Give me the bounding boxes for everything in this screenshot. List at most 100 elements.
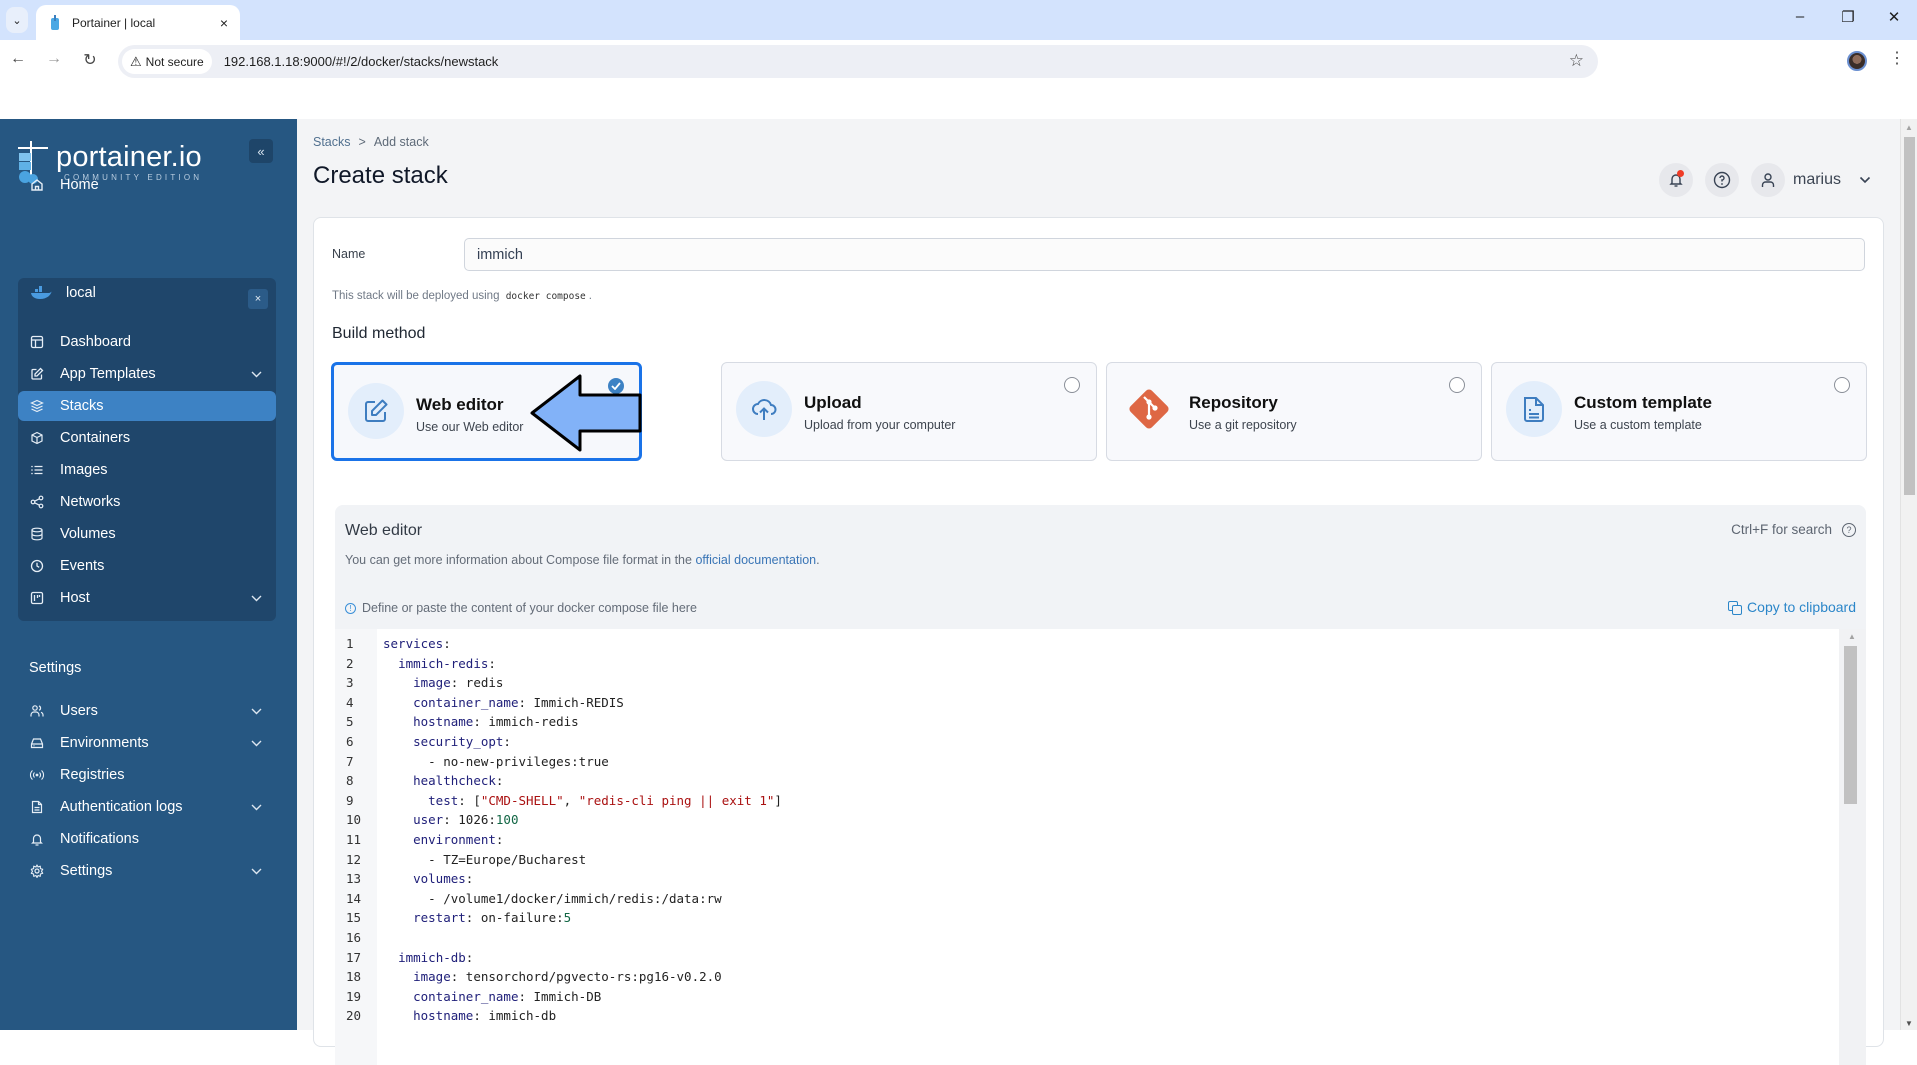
sidebar-item-app-templates[interactable]: App Templates <box>18 359 276 389</box>
forward-button[interactable]: → <box>44 50 64 68</box>
browser-tab[interactable]: Portainer | local × <box>36 5 240 40</box>
code-line[interactable]: 11 environment: <box>335 830 782 850</box>
build-method-repository[interactable]: Repository Use a git repository <box>1106 362 1482 461</box>
help-button[interactable] <box>1705 163 1739 197</box>
code-text: - TZ=Europe/Bucharest <box>383 851 587 867</box>
code-line[interactable]: 16 <box>335 928 782 948</box>
code-line[interactable]: 9 test: ["CMD-SHELL", "redis-cli ping ||… <box>335 791 782 811</box>
url-text[interactable]: 192.168.1.18:9000/#!/2/docker/stacks/new… <box>224 54 499 69</box>
line-number: 5 <box>346 714 354 730</box>
build-method-radio[interactable] <box>1064 377 1080 393</box>
sidebar-item-volumes[interactable]: Volumes <box>18 519 276 549</box>
code-line[interactable]: 10 user: 1026:100 <box>335 810 782 830</box>
chevron-down-icon[interactable] <box>251 366 262 382</box>
code-line[interactable]: 2 immich-redis: <box>335 654 782 674</box>
chevron-down-icon[interactable] <box>251 863 262 879</box>
notification-badge <box>1677 170 1684 177</box>
code-line[interactable]: 5 hostname: immich-redis <box>335 712 782 732</box>
restore-button[interactable]: ❐ <box>1826 8 1870 26</box>
sidebar-item-home[interactable]: Home <box>18 170 276 200</box>
code-line[interactable]: 7 - no-new-privileges:true <box>335 752 782 772</box>
help-circle-icon[interactable]: ? <box>1842 522 1856 537</box>
code-line[interactable]: 18 image: tensorchord/pgvecto-rs:pg16-v0… <box>335 967 782 987</box>
copy-to-clipboard-button[interactable]: Copy to clipboard <box>1728 599 1856 615</box>
sidebar-item-notifications[interactable]: Notifications <box>18 824 276 854</box>
chevron-down-icon[interactable] <box>251 590 262 606</box>
build-method-web-editor[interactable]: Web editor Use our Web editor <box>331 362 642 461</box>
profile-avatar[interactable] <box>1847 51 1867 71</box>
environment-close-button[interactable]: × <box>248 289 268 309</box>
scroll-down-arrow-icon[interactable]: ▼ <box>1905 1019 1913 1028</box>
breadcrumb-stacks-link[interactable]: Stacks <box>313 135 351 149</box>
user-menu-chevron-icon[interactable] <box>1859 176 1871 184</box>
code-line[interactable]: 19 container_name: Immich-DB <box>335 987 782 1007</box>
build-method-radio[interactable] <box>1834 377 1850 393</box>
build-method-title: Repository <box>1189 393 1278 412</box>
code-line[interactable]: 13 volumes: <box>335 869 782 889</box>
code-line[interactable]: 14 - /volume1/docker/immich/redis:/data:… <box>335 889 782 909</box>
code-line[interactable]: 12 - TZ=Europe/Bucharest <box>335 850 782 870</box>
code-line[interactable]: 6 security_opt: <box>335 732 782 752</box>
back-button[interactable]: ← <box>8 50 28 68</box>
sidebar-item-images[interactable]: Images <box>18 455 276 485</box>
code-editor[interactable]: 1 services: 2 immich-redis: 3 image: redis 4… <box>335 629 1866 1065</box>
chevron-down-icon[interactable] <box>251 703 262 719</box>
sidebar-item-label: Stacks <box>60 398 104 414</box>
sidebar-item-authentication-logs[interactable]: Authentication logs <box>18 792 276 822</box>
database-icon <box>28 527 46 541</box>
sidebar-item-host[interactable]: Host <box>18 583 276 613</box>
chevron-down-icon[interactable] <box>251 735 262 751</box>
build-method-radio[interactable] <box>1449 377 1465 393</box>
editor-scrollbar-thumb[interactable] <box>1844 646 1857 804</box>
collapse-sidebar-button[interactable]: « <box>249 139 273 163</box>
browser-menu-icon[interactable]: ⋮ <box>1889 48 1905 68</box>
chevron-down-icon[interactable] <box>251 799 262 815</box>
sidebar-item-environments[interactable]: Environments <box>18 728 276 758</box>
code-line[interactable]: 1 services: <box>335 634 782 654</box>
code-line[interactable]: 20 hostname: immich-db <box>335 1006 782 1026</box>
stack-name-input[interactable] <box>464 238 1865 271</box>
page-scrollbar-thumb[interactable] <box>1904 137 1915 495</box>
scroll-up-arrow-icon[interactable]: ▲ <box>1848 632 1856 641</box>
official-documentation-link[interactable]: official documentation <box>695 553 816 567</box>
notifications-button[interactable] <box>1659 163 1693 197</box>
user-avatar-button[interactable] <box>1751 163 1785 197</box>
line-number: 7 <box>346 753 354 769</box>
code-line[interactable]: 4 container_name: Immich-REDIS <box>335 693 782 713</box>
tab-close-icon[interactable]: × <box>214 15 234 31</box>
build-method-custom-template[interactable]: Custom template Use a custom template <box>1491 362 1867 461</box>
user-name[interactable]: marius <box>1793 171 1841 189</box>
clock-icon <box>28 559 46 573</box>
sidebar-item-networks[interactable]: Networks <box>18 487 276 517</box>
git-icon <box>1129 389 1169 429</box>
code-line[interactable]: 3 image: redis <box>335 673 782 693</box>
security-chip[interactable]: ⚠ Not secure <box>122 49 212 74</box>
sidebar-item-containers[interactable]: Containers <box>18 423 276 453</box>
page-scrollbar[interactable]: ▲ ▼ <box>1900 119 1917 1030</box>
line-number: 20 <box>346 1008 362 1024</box>
sidebar-item-label: Networks <box>60 494 121 510</box>
sidebar-item-settings[interactable]: Settings <box>18 856 276 886</box>
sidebar-item-dashboard[interactable]: Dashboard <box>18 327 276 357</box>
code-line[interactable]: 15 restart: on-failure:5 <box>335 908 782 928</box>
sidebar-item-events[interactable]: Events <box>18 551 276 581</box>
editor-scrollbar[interactable]: ▲ <box>1839 629 1866 1065</box>
sidebar-item-stacks[interactable]: Stacks <box>18 391 276 421</box>
build-method-upload[interactable]: Upload Upload from your computer <box>721 362 1097 461</box>
file-text-icon <box>1524 397 1544 422</box>
window-close-button[interactable]: ✕ <box>1872 8 1916 26</box>
hard-drive-icon <box>28 736 46 750</box>
bookmark-star-icon[interactable]: ☆ <box>1569 51 1584 71</box>
scroll-up-arrow-icon[interactable]: ▲ <box>1905 123 1913 132</box>
code-line[interactable]: 17 immich-db: <box>335 948 782 968</box>
sidebar-item-registries[interactable]: Registries <box>18 760 276 790</box>
deploy-note-suffix: . <box>588 290 592 302</box>
code-line[interactable]: 8 healthcheck: <box>335 771 782 791</box>
sidebar-item-users[interactable]: Users <box>18 696 276 726</box>
tab-list-button[interactable]: ⌄ <box>6 7 28 33</box>
build-method-subtitle: Use a custom template <box>1574 418 1702 432</box>
reload-button[interactable]: ↻ <box>80 50 100 70</box>
minimize-button[interactable]: – <box>1778 8 1822 25</box>
address-bar[interactable]: ⚠ Not secure 192.168.1.18:9000/#!/2/dock… <box>118 45 1598 78</box>
